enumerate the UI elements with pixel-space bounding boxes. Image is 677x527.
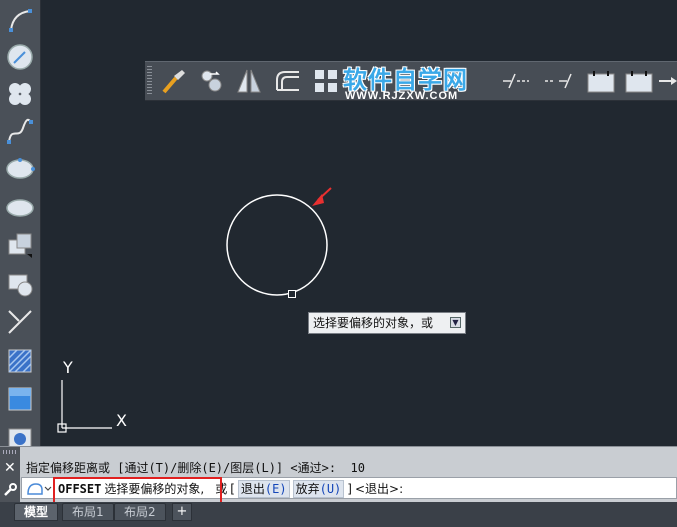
- ucs-y-label: Y: [62, 358, 73, 377]
- add-layout-button[interactable]: +: [172, 503, 192, 521]
- annotation-highlight-box: [53, 477, 222, 504]
- dynamic-input-tooltip: 选择要偏移的对象，或 ▼: [308, 312, 466, 334]
- tab-model[interactable]: 模型: [14, 503, 59, 521]
- circle-object: [226, 194, 328, 296]
- recent-commands-dropdown[interactable]: [26, 480, 52, 496]
- command-history: 指定偏移距离或 [通过(T)/删除(E)/图层(L)] <通过>: 10: [26, 461, 365, 475]
- wrench-icon[interactable]: [3, 483, 17, 497]
- bracket-close: ]: [347, 482, 352, 496]
- bracket-open: [: [230, 482, 235, 496]
- command-default: <退出>:: [354, 482, 404, 496]
- pickbox-cursor: [288, 290, 296, 298]
- close-icon[interactable]: ✕: [4, 460, 16, 476]
- drawing-area: Y X: [57, 187, 332, 433]
- command-prompt-icon: [27, 483, 52, 495]
- command-window-grip[interactable]: [3, 450, 17, 454]
- layout-tabs: 模型 布局1 布局2 +: [0, 502, 677, 527]
- tooltip-dropdown-icon[interactable]: ▼: [450, 317, 461, 328]
- command-window-sidebar: ✕: [0, 447, 20, 503]
- red-arrow-head: [312, 194, 324, 206]
- tab-layout1[interactable]: 布局1: [62, 503, 114, 521]
- tooltip-text: 选择要偏移的对象，或: [313, 316, 434, 330]
- tab-layout2[interactable]: 布局2: [114, 503, 166, 521]
- ucs-x-label: X: [116, 411, 127, 430]
- option-undo[interactable]: 放弃(U): [292, 480, 345, 498]
- option-exit[interactable]: 退出(E): [237, 480, 290, 498]
